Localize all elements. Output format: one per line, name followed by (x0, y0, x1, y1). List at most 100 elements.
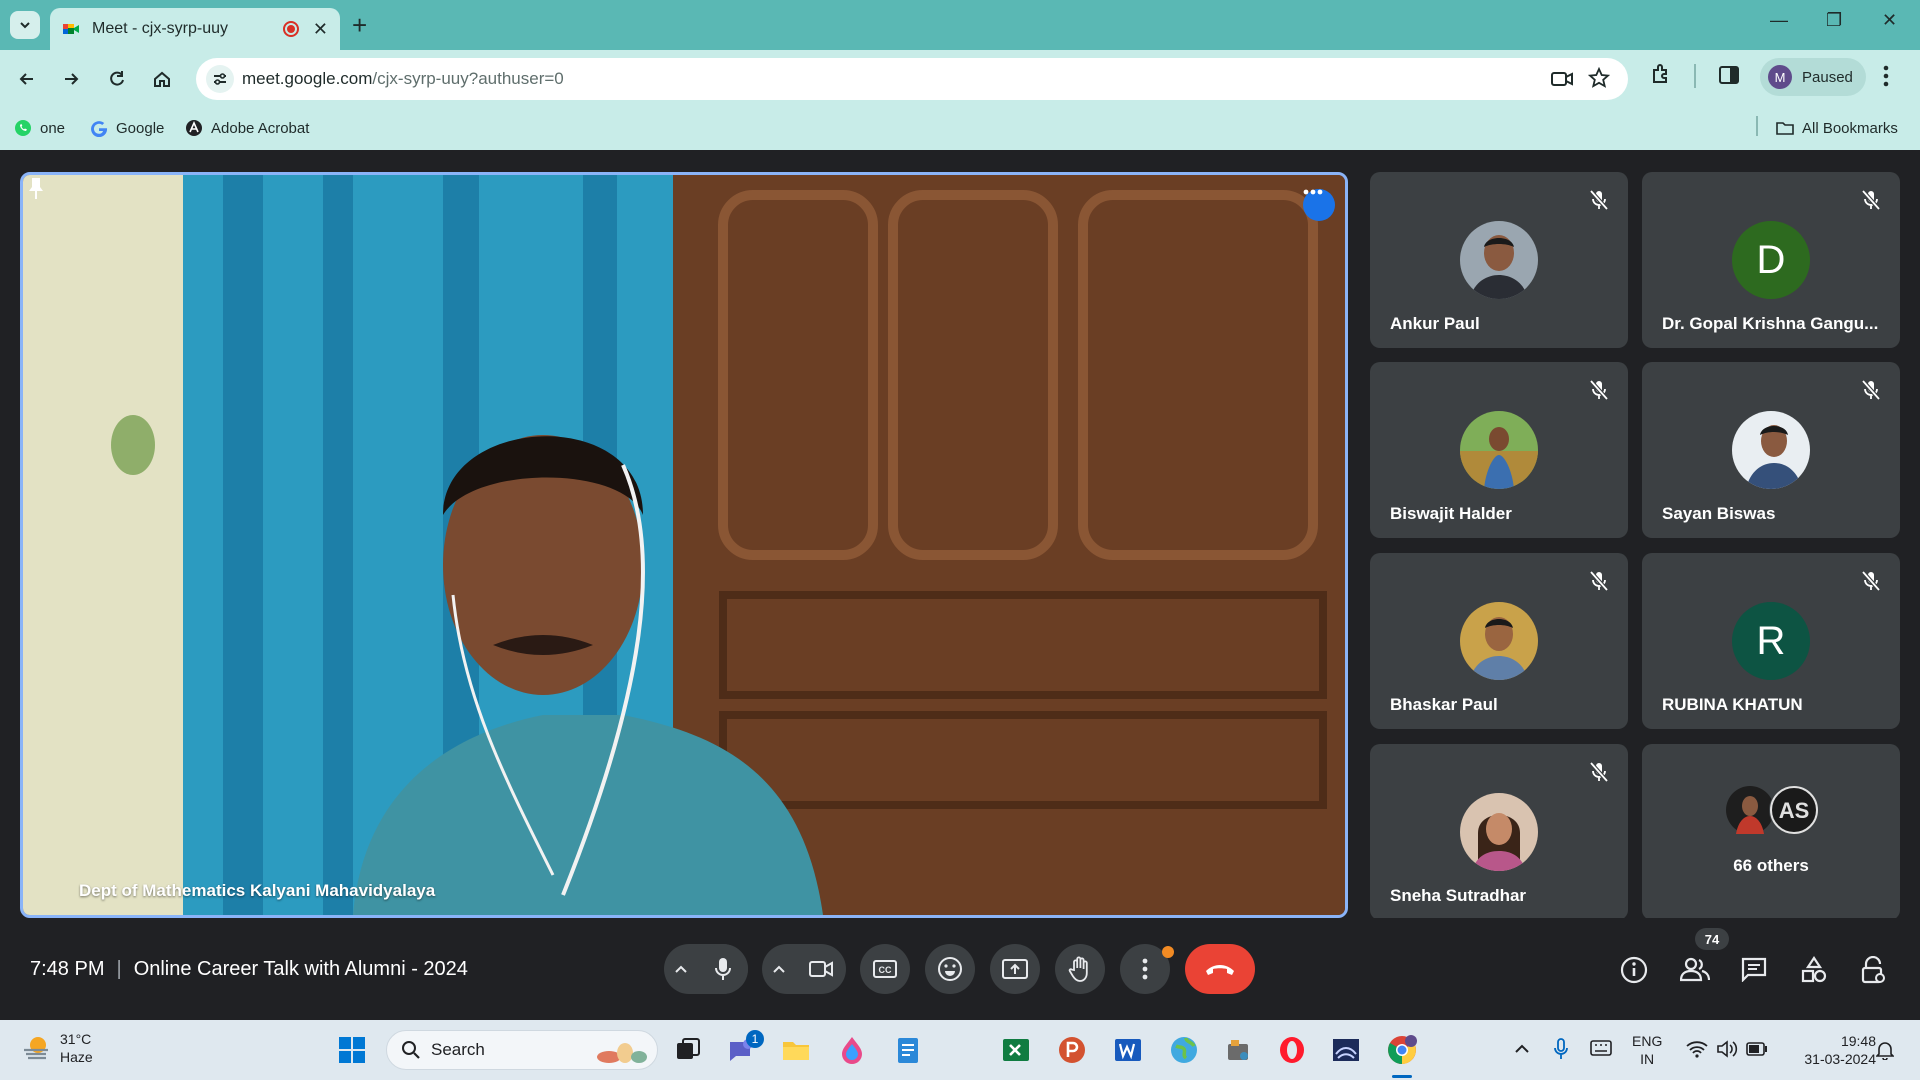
start-icon[interactable] (336, 1034, 368, 1066)
notification-bell-icon[interactable] (1876, 1040, 1894, 1060)
minimize-icon[interactable]: — (1770, 10, 1788, 31)
tab-meet[interactable]: Meet - cjx-syrp-uuy ✕ (50, 8, 340, 50)
clock-time: 19:48 (1840, 1033, 1876, 1049)
participant-tile[interactable]: Sayan Biswas (1642, 362, 1900, 538)
opera-icon[interactable] (1276, 1034, 1308, 1066)
system-clock[interactable]: 19:48 31-03-2024 (1786, 1032, 1876, 1068)
extensions-icon[interactable] (1650, 62, 1674, 86)
tile-more-options-button[interactable] (1303, 189, 1335, 221)
side-panel-icon[interactable] (1718, 64, 1740, 86)
word-icon[interactable] (1112, 1034, 1144, 1066)
all-bookmarks[interactable]: All Bookmarks (1776, 119, 1898, 137)
chat-icon[interactable] (1740, 956, 1768, 982)
participant-tile[interactable]: D Dr. Gopal Krishna Gangu... (1642, 172, 1900, 348)
search-label: Search (431, 1040, 485, 1059)
more-vert-icon (1142, 958, 1148, 980)
back-button[interactable] (12, 64, 42, 94)
bookmark-one[interactable]: one (14, 119, 65, 137)
tools-app-icon[interactable] (1222, 1034, 1254, 1066)
meet-stage: Dept of Mathematics Kalyani Mahavidyalay… (0, 150, 1920, 1020)
reload-button[interactable] (102, 64, 132, 94)
participant-tile[interactable]: Ankur Paul (1370, 172, 1628, 348)
others-tile[interactable]: AS 66 others (1642, 744, 1900, 920)
participant-tile[interactable]: Bhaskar Paul (1370, 553, 1628, 729)
audio-options-button[interactable] (664, 964, 698, 974)
tab-title: Meet - cjx-syrp-uuy (92, 20, 229, 37)
paint-app-icon[interactable] (836, 1034, 868, 1066)
avatar (1460, 221, 1538, 299)
avatar: M (1768, 65, 1792, 89)
svg-text:CC: CC (879, 965, 892, 975)
search-highlight-icon (597, 1043, 647, 1063)
url-domain: meet.google.com (242, 69, 373, 88)
host-controls-icon[interactable] (1860, 956, 1886, 984)
wifi-icon[interactable] (1686, 1040, 1708, 1058)
meeting-info: 7:48 PM | Online Career Talk with Alumni -… (30, 958, 468, 981)
bookmark-adobe-acrobat[interactable]: Adobe Acrobat (185, 119, 309, 137)
profile-button[interactable]: M Paused (1760, 58, 1866, 96)
more-vert-icon[interactable] (1882, 64, 1890, 88)
url-text: meet.google.com/cjx-syrp-uuy?authuser=0 (242, 69, 564, 89)
address-bar[interactable]: meet.google.com/cjx-syrp-uuy?authuser=0 (196, 58, 1628, 100)
home-button[interactable] (147, 64, 177, 94)
main-speaker-name: Dept of Mathematics Kalyani Mahavidyalay… (79, 881, 436, 900)
task-view-icon[interactable] (672, 1034, 704, 1066)
powerpoint-icon[interactable] (1056, 1034, 1088, 1066)
site-info-icon[interactable] (206, 65, 234, 93)
close-window-icon[interactable]: ✕ (1882, 10, 1897, 31)
people-icon[interactable] (1680, 956, 1710, 982)
avatar (1732, 411, 1810, 489)
mic-button[interactable] (698, 944, 748, 994)
weather-condition: Haze (60, 1049, 93, 1065)
file-explorer-icon[interactable] (780, 1034, 812, 1066)
microphone-tray-icon[interactable] (1554, 1038, 1568, 1060)
bookmark-google[interactable]: Google (90, 119, 164, 137)
reactions-button[interactable] (925, 944, 975, 994)
captions-button[interactable]: CC (860, 944, 910, 994)
globe-app-icon[interactable] (1168, 1034, 1200, 1066)
leave-call-button[interactable] (1185, 944, 1255, 994)
video-options-button[interactable] (762, 964, 796, 974)
volume-icon[interactable] (1716, 1040, 1738, 1058)
activities-icon[interactable] (1800, 956, 1828, 984)
meeting-details-icon[interactable] (1620, 956, 1648, 984)
pin-icon (29, 178, 43, 199)
network-app-icon[interactable] (1330, 1034, 1362, 1066)
main-video-tile[interactable]: Dept of Mathematics Kalyani Mahavidyalay… (20, 172, 1348, 918)
browser-chrome: Meet - cjx-syrp-uuy ✕ + — ❐ ✕ meet.googl… (0, 0, 1920, 150)
search-icon (402, 1041, 420, 1059)
participant-tile[interactable]: R RUBINA KHATUN (1642, 553, 1900, 729)
participant-tile[interactable]: Biswajit Halder (1370, 362, 1628, 538)
meet-favicon-icon (63, 24, 79, 34)
participant-name: Bhaskar Paul (1390, 695, 1498, 714)
participant-name: Biswajit Halder (1390, 504, 1512, 523)
new-tab-button[interactable]: + (352, 10, 367, 41)
close-tab-icon[interactable]: ✕ (313, 19, 328, 40)
arrow-left-icon (19, 73, 33, 85)
weather-widget[interactable]: 31°C Haze (22, 1030, 93, 1066)
keyboard-icon[interactable] (1590, 1040, 1612, 1056)
camera-button[interactable] (796, 944, 846, 994)
participant-tile[interactable]: Sneha Sutradhar (1370, 744, 1628, 920)
others-avatars: AS (1726, 785, 1819, 835)
taskbar-search[interactable]: Search (386, 1030, 658, 1070)
restore-icon[interactable]: ❐ (1826, 10, 1842, 31)
call-end-icon (1206, 965, 1234, 975)
raise-hand-button[interactable] (1055, 944, 1105, 994)
camera-in-use-icon[interactable] (1550, 68, 1574, 90)
tab-search-button[interactable] (10, 11, 40, 39)
forward-button[interactable] (56, 64, 86, 94)
notepad-icon[interactable] (892, 1034, 924, 1066)
chrome-icon[interactable] (1386, 1034, 1418, 1066)
folder-icon (1776, 122, 1794, 135)
arrow-right-icon (65, 73, 79, 85)
whatsapp-icon (15, 120, 31, 136)
reload-icon (110, 71, 124, 86)
battery-icon[interactable] (1746, 1042, 1768, 1056)
language-indicator[interactable]: ENG IN (1632, 1032, 1662, 1068)
show-hidden-icons-icon[interactable] (1514, 1042, 1530, 1054)
mic-off-icon (1862, 571, 1880, 591)
excel-icon[interactable] (1000, 1034, 1032, 1066)
present-screen-button[interactable] (990, 944, 1040, 994)
bookmark-star-icon[interactable] (1588, 67, 1610, 89)
